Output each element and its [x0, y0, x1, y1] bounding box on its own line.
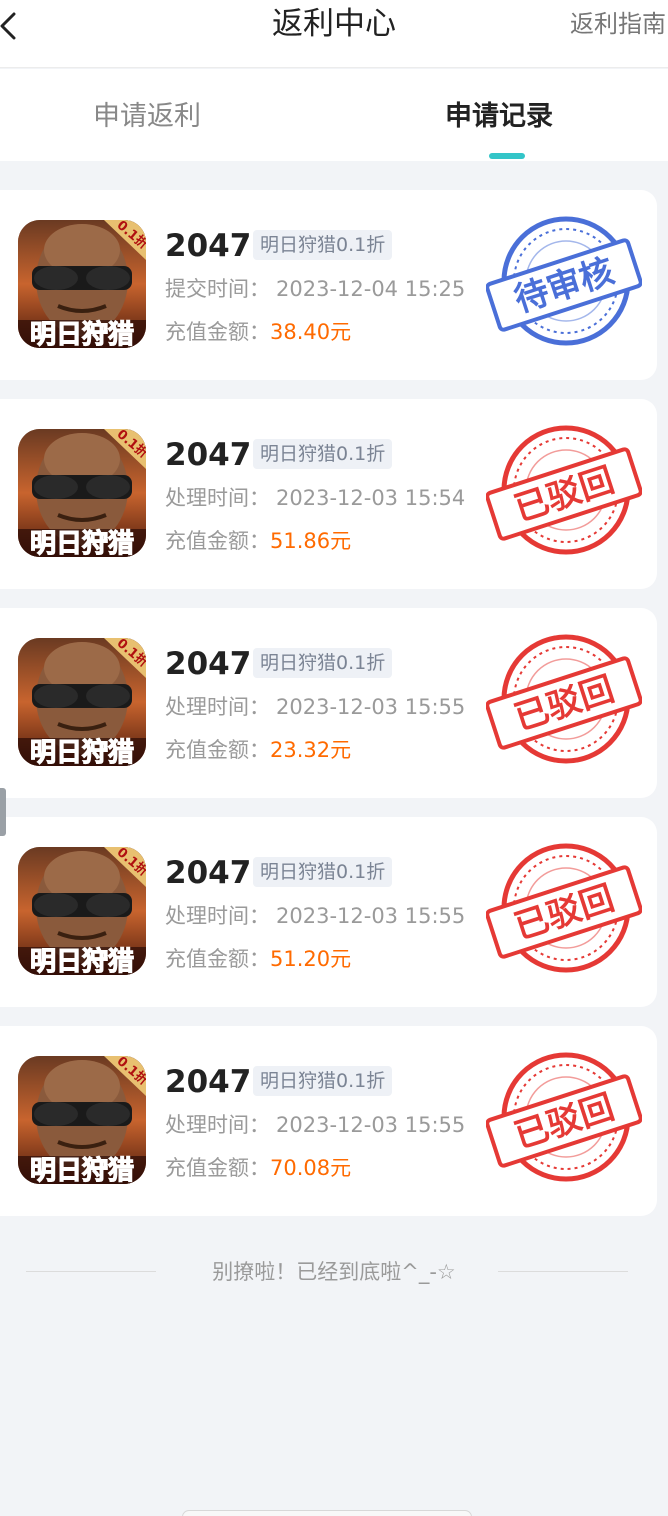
- amount-row: 充值金额：38.40元: [165, 317, 351, 347]
- game-name: 2047: [165, 855, 252, 891]
- game-title-art: 明日狩猎: [30, 320, 134, 348]
- status-stamp: 已驳回: [486, 843, 642, 973]
- game-title-art: 明日狩猎: [30, 1156, 134, 1184]
- status-stamp: 待审核: [486, 216, 642, 346]
- amount-value: 38.40元: [270, 320, 352, 344]
- record-card-5[interactable]: 0.1折 明日狩猎 2047 明日狩猎0.1折 处理时间： 2023-12-03 …: [0, 1026, 657, 1216]
- time-label: 处理时间：: [165, 695, 270, 719]
- amount-row: 充值金额：70.08元: [165, 1153, 351, 1183]
- time-value: 2023-12-04 15:25: [276, 277, 466, 301]
- game-tag: 明日狩猎0.1折: [253, 857, 393, 887]
- game-tag: 明日狩猎0.1折: [253, 1066, 393, 1096]
- amount-row: 充值金额：51.86元: [165, 526, 351, 556]
- game-name: 2047: [165, 1064, 252, 1100]
- scroll-handle[interactable]: [0, 788, 6, 836]
- time-row: 处理时间： 2023-12-03 15:55: [165, 692, 465, 722]
- tab-bar: 申请返利 申请记录: [0, 69, 668, 161]
- game-icon: 0.1折 明日狩猎: [18, 1056, 146, 1184]
- game-icon: 0.1折 明日狩猎: [18, 638, 146, 766]
- status-stamp: 已驳回: [486, 634, 642, 764]
- game-tag: 明日狩猎0.1折: [253, 439, 393, 469]
- home-indicator: [182, 1510, 472, 1516]
- record-card-3[interactable]: 0.1折 明日狩猎 2047 明日狩猎0.1折 处理时间： 2023-12-03 …: [0, 608, 657, 798]
- time-value: 2023-12-03 15:55: [276, 695, 466, 719]
- game-name: 2047: [165, 646, 252, 682]
- amount-row: 充值金额：51.20元: [165, 944, 351, 974]
- time-value: 2023-12-03 15:55: [276, 904, 466, 928]
- game-icon: 0.1折 明日狩猎: [18, 429, 146, 557]
- game-title-art: 明日狩猎: [30, 738, 134, 766]
- amount-label: 充值金额：: [165, 738, 270, 762]
- record-card-1[interactable]: 0.1折 明日狩猎 2047 明日狩猎0.1折 提交时间： 2023-12-04 …: [0, 190, 657, 380]
- time-label: 处理时间：: [165, 904, 270, 928]
- time-row: 处理时间： 2023-12-03 15:55: [165, 901, 465, 931]
- game-name: 2047: [165, 228, 252, 264]
- rebate-guide-link[interactable]: 返利指南: [570, 6, 666, 42]
- time-row: 处理时间： 2023-12-03 15:55: [165, 1110, 465, 1140]
- game-tag: 明日狩猎0.1折: [253, 230, 393, 260]
- amount-value: 51.20元: [270, 947, 352, 971]
- game-title-art: 明日狩猎: [30, 947, 134, 975]
- time-row: 处理时间： 2023-12-03 15:54: [165, 483, 465, 513]
- record-card-2[interactable]: 0.1折 明日狩猎 2047 明日狩猎0.1折 处理时间： 2023-12-03 …: [0, 399, 657, 589]
- page-title: 返利中心: [272, 6, 396, 42]
- amount-label: 充值金额：: [165, 320, 270, 344]
- time-value: 2023-12-03 15:55: [276, 1113, 466, 1137]
- time-label: 提交时间：: [165, 277, 270, 301]
- tab-application-records[interactable]: 申请记录: [445, 97, 553, 137]
- top-bar: 返利中心 返利指南: [0, 0, 668, 68]
- amount-value: 70.08元: [270, 1156, 352, 1180]
- amount-value: 23.32元: [270, 738, 352, 762]
- record-card-4[interactable]: 0.1折 明日狩猎 2047 明日狩猎0.1折 处理时间： 2023-12-03 …: [0, 817, 657, 1007]
- status-stamp: 已驳回: [486, 425, 642, 555]
- rebate-center-page: 返利中心 返利指南 申请返利 申请记录 0.1折 明日狩猎 2047 明日狩猎0…: [0, 0, 668, 1516]
- list-end-text: 别撩啦！已经到底啦^_-☆: [212, 1260, 456, 1284]
- game-name: 2047: [165, 437, 252, 473]
- game-icon: 0.1折 明日狩猎: [18, 847, 146, 975]
- status-stamp: 已驳回: [486, 1052, 642, 1182]
- amount-value: 51.86元: [270, 529, 352, 553]
- game-icon: 0.1折 明日狩猎: [18, 220, 146, 348]
- amount-row: 充值金额：23.32元: [165, 735, 351, 765]
- tab-apply-rebate[interactable]: 申请返利: [93, 97, 201, 137]
- time-value: 2023-12-03 15:54: [276, 486, 466, 510]
- game-title-art: 明日狩猎: [30, 529, 134, 557]
- active-tab-indicator: [489, 153, 525, 159]
- time-label: 处理时间：: [165, 1113, 270, 1137]
- amount-label: 充值金额：: [165, 1156, 270, 1180]
- game-tag: 明日狩猎0.1折: [253, 648, 393, 678]
- time-label: 处理时间：: [165, 486, 270, 510]
- time-row: 提交时间： 2023-12-04 15:25: [165, 274, 465, 304]
- amount-label: 充值金额：: [165, 947, 270, 971]
- amount-label: 充值金额：: [165, 529, 270, 553]
